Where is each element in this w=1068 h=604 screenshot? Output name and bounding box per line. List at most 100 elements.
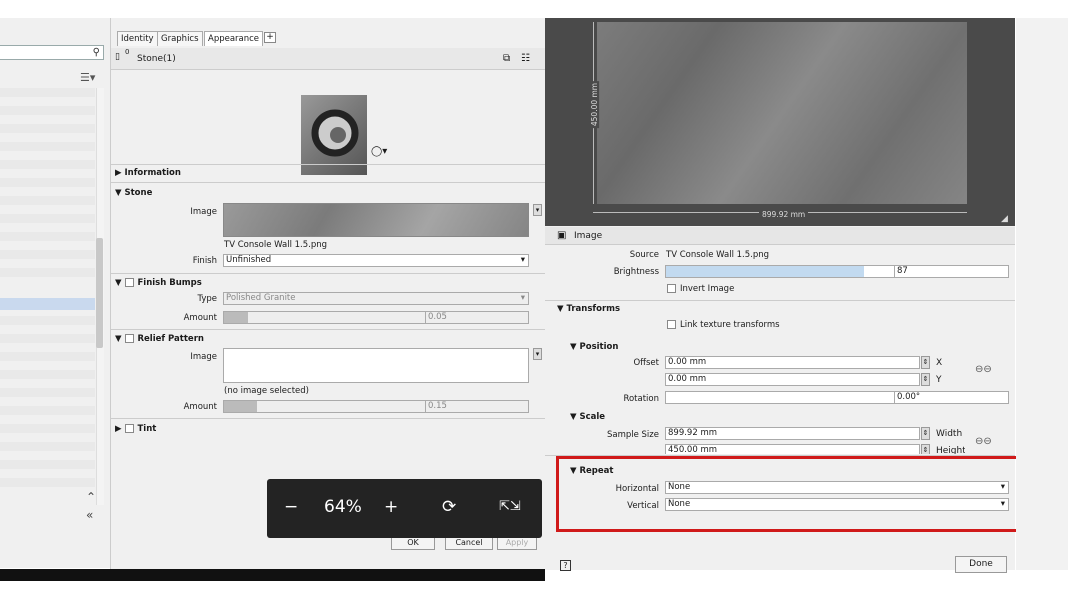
resize-handle-icon[interactable]: ◢ (1001, 214, 1008, 224)
list-item[interactable] (0, 160, 95, 169)
link-transforms-option[interactable]: Link texture transforms (667, 320, 780, 330)
list-item[interactable] (0, 406, 95, 415)
relief-image-menu-icon[interactable]: ▾ (533, 348, 542, 360)
height-label: Height (936, 446, 965, 454)
relief-amount-slider[interactable] (223, 400, 426, 413)
section-tint[interactable]: ▶ Tint (115, 424, 156, 434)
list-item[interactable] (0, 124, 95, 133)
section-position[interactable]: ▼ Position (570, 342, 618, 352)
help-button[interactable]: ? (560, 560, 571, 571)
fullscreen-icon[interactable]: ⇱⇲ (499, 499, 521, 514)
background-area (1016, 18, 1068, 570)
relief-amount-input[interactable]: 0.15 (425, 400, 529, 413)
section-transforms[interactable]: ▼ Transforms (557, 304, 620, 314)
selected-list-item[interactable] (0, 298, 95, 310)
zoom-in-button[interactable]: + (384, 497, 398, 517)
list-item[interactable] (0, 214, 95, 223)
type-label: Type (197, 294, 217, 304)
relief-image-slot[interactable] (223, 348, 529, 383)
finish-bumps-checkbox[interactable] (124, 278, 134, 287)
sample-height-stepper[interactable]: ⇕ (921, 444, 930, 454)
section-stone[interactable]: ▼ Stone (115, 188, 152, 198)
type-value: Polished Granite (226, 293, 296, 303)
sample-height-row: 450.00 mm ⇕ Height (665, 444, 965, 454)
done-button[interactable]: Done (955, 556, 1007, 573)
list-item[interactable] (0, 478, 95, 487)
search-input[interactable]: ⚲ (0, 45, 104, 60)
list-item[interactable] (0, 88, 95, 97)
list-item[interactable] (0, 442, 95, 451)
zoom-out-button[interactable]: − (284, 497, 298, 517)
section-relief-pattern-label: Relief Pattern (137, 334, 204, 344)
sample-width-stepper[interactable]: ⇕ (921, 427, 930, 440)
stone-image-menu-icon[interactable]: ▾ (533, 204, 542, 216)
search-icon[interactable]: ⚲ (93, 47, 100, 58)
list-item[interactable] (0, 370, 95, 379)
list-item[interactable] (0, 424, 95, 433)
cancel-button[interactable]: Cancel (445, 536, 493, 550)
collapse-left-icon[interactable]: « (86, 508, 93, 522)
rotation-input[interactable]: 0.00° (894, 391, 1009, 404)
width-label: Width (936, 429, 963, 439)
list-item[interactable] (0, 388, 95, 397)
list-item[interactable] (0, 268, 95, 277)
list-item[interactable] (0, 334, 95, 343)
offset-y-input[interactable]: 0.00 mm (665, 373, 920, 386)
collapse-up-icon[interactable]: ⌃ (86, 490, 96, 504)
section-finish-bumps[interactable]: ▼ Finish Bumps (115, 278, 202, 288)
link-offset-icon[interactable]: ⊖⊖ (975, 364, 992, 375)
offset-x-stepper[interactable]: ⇕ (921, 356, 930, 369)
invert-image-option[interactable]: Invert Image (667, 284, 734, 294)
relief-image-note: (no image selected) (224, 386, 309, 396)
rotate-icon[interactable]: ⟳ (442, 497, 456, 517)
list-item[interactable] (0, 142, 95, 151)
link-transforms-checkbox[interactable] (667, 320, 676, 329)
invert-image-checkbox[interactable] (667, 284, 676, 293)
list-item[interactable] (0, 232, 95, 241)
offset-label: Offset (633, 358, 659, 368)
brightness-input[interactable]: 87 (894, 265, 1009, 278)
copy-icon[interactable]: ☷ (521, 53, 530, 64)
offset-y-stepper[interactable]: ⇕ (921, 373, 930, 386)
section-scale[interactable]: ▼ Scale (570, 412, 605, 422)
tint-checkbox[interactable] (124, 424, 134, 433)
ok-button[interactable]: OK (391, 536, 435, 550)
sample-size-label: Sample Size (606, 430, 659, 440)
duplicate-icon[interactable]: ⧉ (503, 53, 510, 64)
scrollbar-thumb[interactable] (96, 238, 103, 348)
status-strip (0, 569, 545, 581)
sample-width-input[interactable]: 899.92 mm (665, 427, 920, 440)
material-name: Stone(1) (137, 54, 176, 64)
list-view-icon[interactable]: ☰▾ (80, 71, 95, 84)
list-item[interactable] (0, 106, 95, 115)
list-item[interactable] (0, 178, 95, 187)
offset-x-input[interactable]: 0.00 mm (665, 356, 920, 369)
list-item[interactable] (0, 316, 95, 325)
add-tab-button[interactable]: + (264, 32, 276, 43)
link-scale-icon[interactable]: ⊖⊖ (975, 436, 992, 447)
brightness-slider[interactable] (665, 265, 895, 278)
finish-label: Finish (192, 256, 217, 266)
repeat-highlight-box (556, 456, 1021, 532)
bumps-amount-slider[interactable] (223, 311, 426, 324)
list-item[interactable] (0, 250, 95, 259)
list-item[interactable] (0, 460, 95, 469)
source-label: Source (629, 250, 659, 260)
finish-select[interactable]: Unfinished ▾ (223, 254, 529, 267)
tab-graphics[interactable]: Graphics (157, 31, 203, 46)
height-dimension: 450.00 mm (590, 80, 600, 129)
stone-image-thumb[interactable] (223, 203, 529, 237)
tab-identity[interactable]: Identity (117, 31, 158, 46)
list-item[interactable] (0, 196, 95, 205)
section-information[interactable]: ▶ Information (115, 168, 181, 178)
sample-height-input[interactable]: 450.00 mm (665, 444, 920, 454)
list-item[interactable] (0, 352, 95, 361)
rotation-slider[interactable] (665, 391, 895, 404)
material-header: ▯ 0 Stone(1) ⧉ ☷ (111, 48, 547, 70)
relief-pattern-checkbox[interactable] (124, 334, 134, 343)
source-value[interactable]: TV Console Wall 1.5.png (666, 250, 769, 260)
render-settings-icon[interactable]: ◯▾ (371, 146, 387, 157)
section-relief-pattern[interactable]: ▼ Relief Pattern (115, 334, 204, 344)
tab-appearance[interactable]: Appearance (204, 31, 264, 46)
bumps-amount-input[interactable]: 0.05 (425, 311, 529, 324)
